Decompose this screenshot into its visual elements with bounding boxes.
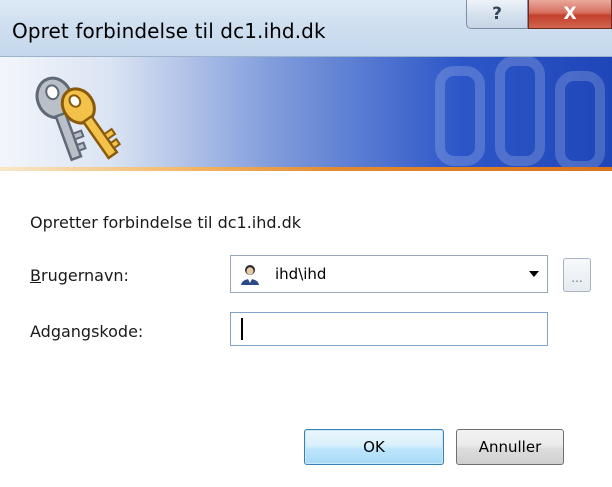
ok-button[interactable]: OK [304,429,444,465]
username-label: Brugernavn: [30,266,129,285]
username-label-rest: rugernavn: [40,266,129,285]
text-caret [241,318,243,340]
password-input[interactable] [230,312,548,346]
username-combobox[interactable]: ihd\ihd [230,255,548,293]
connecting-message: Opretter forbindelse til dc1.ihd.dk [30,213,302,232]
credentials-dialog: Opret forbindelse til dc1.ihd.dk ? X Opr… [0,0,612,487]
close-button[interactable]: X [528,0,612,29]
password-label-accelerator: g [50,322,61,341]
username-value: ihd\ihd [275,265,327,283]
window-title: Opret forbindelse til dc1.ihd.dk [12,19,326,43]
user-avatar-icon [241,265,259,285]
keys-icon [35,76,122,162]
password-label: Adgangskode: [30,322,143,341]
chevron-down-icon[interactable] [529,271,539,277]
ellipsis-icon: ... [571,271,583,285]
watermark-keys-icon [435,57,605,170]
help-icon: ? [492,4,502,24]
password-label-start: Ad [30,322,51,341]
help-button[interactable]: ? [466,0,528,29]
browse-button[interactable]: ... [563,258,591,292]
close-icon: X [563,4,577,24]
username-label-accelerator: B [30,266,41,285]
header-banner [0,57,612,170]
title-bar: Opret forbindelse til dc1.ihd.dk ? X [0,0,612,57]
cancel-button[interactable]: Annuller [456,429,564,465]
password-label-rest: angskode: [60,322,144,341]
